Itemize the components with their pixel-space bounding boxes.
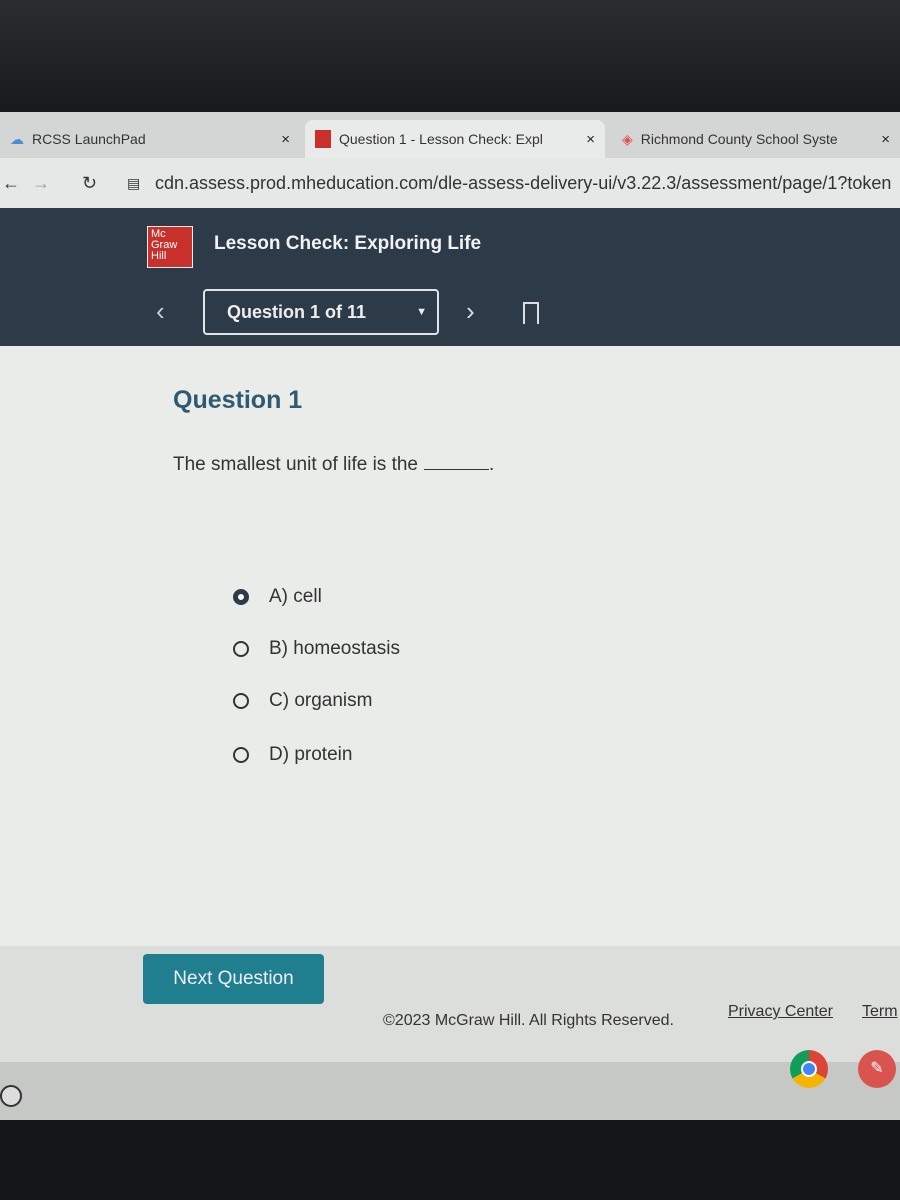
question-heading: Question 1 [173, 386, 303, 414]
url-field[interactable]: cdn.assess.prod.mheducation.com/dle-asse… [155, 173, 891, 194]
taskbar [0, 1062, 900, 1122]
screen-bezel [0, 0, 900, 115]
radio-icon[interactable] [233, 693, 249, 709]
answer-blank [424, 469, 489, 470]
tab-richmond-county[interactable]: ◈ Richmond County School Syste × [612, 120, 900, 158]
next-question-icon[interactable]: › [466, 296, 475, 327]
app-header [0, 208, 900, 348]
tab-rcss-launchpad[interactable]: ☁ RCSS LaunchPad × [0, 120, 300, 158]
forward-icon[interactable]: → [32, 173, 82, 194]
cloud-icon: ☁ [10, 130, 24, 147]
mcgraw-hill-favicon [315, 130, 331, 148]
launcher-icon[interactable] [0, 1085, 22, 1107]
question-selector[interactable]: Question 1 of 11 ▼ [203, 289, 439, 335]
close-tab-icon[interactable]: × [586, 131, 595, 148]
option-d[interactable]: D) protein [233, 744, 352, 766]
close-tab-icon[interactable]: × [281, 131, 290, 148]
site-info-icon[interactable]: ▤ [127, 175, 155, 192]
close-tab-icon[interactable]: × [881, 131, 890, 148]
privacy-center-link[interactable]: Privacy Center [728, 1003, 833, 1021]
question-prompt: The smallest unit of life is the. [173, 454, 495, 475]
chevron-down-icon: ▼ [416, 306, 427, 318]
bookmark-icon[interactable] [523, 302, 539, 324]
tab-strip: ☁ RCSS LaunchPad × Question 1 - Lesson C… [0, 112, 900, 158]
assessment-title: Lesson Check: Exploring Life [214, 233, 482, 254]
canvas-paint-icon[interactable]: ✎ [858, 1050, 896, 1088]
question-area [0, 346, 900, 946]
device-bezel-bottom [0, 1120, 900, 1200]
option-a[interactable]: A) cell [233, 586, 322, 608]
radio-icon[interactable] [233, 747, 249, 763]
terms-link[interactable]: Term [862, 1003, 898, 1021]
chrome-icon[interactable] [790, 1050, 828, 1088]
reload-icon[interactable]: ↻ [82, 173, 127, 194]
radio-selected-icon[interactable] [233, 589, 249, 605]
previous-question-icon[interactable]: ‹ [156, 296, 165, 327]
tab-question-1[interactable]: Question 1 - Lesson Check: Expl × [305, 120, 605, 158]
mcgraw-hill-logo: Mc Graw Hill [147, 226, 193, 268]
option-b[interactable]: B) homeostasis [233, 638, 400, 660]
option-c[interactable]: C) organism [233, 690, 372, 712]
next-question-button[interactable]: Next Question [143, 954, 324, 1004]
back-icon[interactable]: ← [2, 173, 32, 194]
copyright: ©2023 McGraw Hill. All Rights Reserved. [383, 1012, 674, 1029]
radio-icon[interactable] [233, 641, 249, 657]
richmond-favicon: ◈ [622, 130, 633, 147]
address-bar-row: ← → ↻ ▤ cdn.assess.prod.mheducation.com/… [0, 158, 900, 208]
